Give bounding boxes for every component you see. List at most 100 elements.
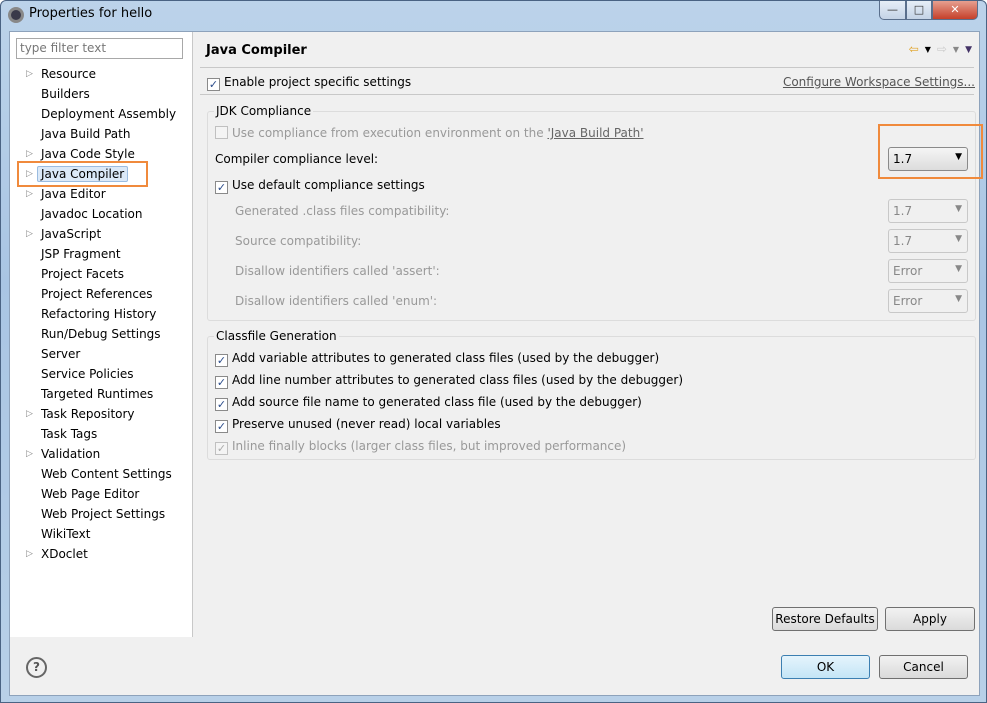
restore-defaults-button[interactable]: Restore Defaults (772, 607, 878, 631)
compliance-setting-label: Disallow identifiers called 'assert': (235, 264, 440, 278)
use-env-label: Use compliance from execution environmen… (232, 126, 548, 140)
window-title: Properties for hello (29, 6, 153, 21)
compliance-setting-label: Disallow identifiers called 'enum': (235, 294, 438, 308)
expand-arrow-icon[interactable]: ▷ (26, 184, 33, 204)
chevron-down-icon: ▼ (955, 204, 962, 214)
expand-arrow-icon[interactable]: ▷ (26, 444, 33, 464)
view-menu-icon[interactable]: ▼ (965, 42, 972, 58)
tree-item-label: JSP Fragment (41, 247, 121, 261)
highlight-box (878, 124, 983, 179)
tree-item[interactable]: WikiText (10, 524, 193, 544)
use-env-checkbox[interactable]: Use compliance from execution environmen… (215, 126, 644, 140)
forward-arrow-icon[interactable]: ⇨ (937, 42, 947, 58)
compliance-setting-value: 1.7 (893, 204, 913, 218)
classfile-option-checkbox[interactable]: ✓ Add line number attributes to generated… (215, 373, 683, 389)
classfile-option-checkbox[interactable]: ✓ Inline finally blocks (larger class fil… (215, 439, 626, 455)
forward-menu-icon[interactable]: ▼ (953, 42, 959, 58)
expand-arrow-icon[interactable]: ▷ (26, 224, 33, 244)
tree-item-label: Java Build Path (41, 127, 131, 141)
classfile-option-label: Add line number attributes to generated … (232, 373, 684, 387)
jdk-compliance-label: JDK Compliance (214, 104, 314, 118)
tree-item[interactable]: Builders (10, 84, 193, 104)
java-build-path-link[interactable]: 'Java Build Path' (547, 126, 643, 140)
compliance-setting-value: Error (893, 294, 923, 308)
tree-item-label: Javadoc Location (41, 207, 143, 221)
classfile-option-checkbox[interactable]: ✓ Add variable attributes to generated cl… (215, 351, 659, 367)
tree-item[interactable]: Java Build Path (10, 124, 193, 144)
tree-item-label: Task Repository (41, 407, 135, 421)
tree-item-label: Web Project Settings (41, 507, 166, 521)
tree-item-label: Builders (41, 87, 90, 101)
ok-button[interactable]: OK (781, 655, 870, 679)
configure-workspace-link[interactable]: Configure Workspace Settings... (783, 75, 975, 89)
tree-item-label: Service Policies (41, 367, 134, 381)
back-menu-icon[interactable]: ▼ (925, 42, 931, 58)
tree-item-label: Refactoring History (41, 307, 157, 321)
java-compiler-page: Java Compiler ⇦ ▼ ⇨ ▼ ▼ ✓ Enable project … (194, 32, 983, 637)
expand-arrow-icon[interactable]: ▷ (26, 64, 33, 84)
tree-item[interactable]: Server (10, 344, 193, 364)
tree-item-label: Run/Debug Settings (41, 327, 161, 341)
tree-item[interactable]: Javadoc Location (10, 204, 193, 224)
apply-button[interactable]: Apply (885, 607, 975, 631)
tree-item[interactable]: Web Page Editor (10, 484, 193, 504)
classfile-option-label: Inline finally blocks (larger class file… (232, 439, 627, 453)
tree-item-label: Project References (41, 287, 153, 301)
tree-item-label: Web Content Settings (41, 467, 172, 481)
cancel-button[interactable]: Cancel (879, 655, 968, 679)
tree-item[interactable]: ▷ Resource (10, 64, 193, 84)
page-nav: ⇦ ▼ ⇨ ▼ ▼ (909, 42, 972, 58)
minimize-button[interactable]: — (879, 1, 906, 20)
compliance-setting-select: Error ▼ (888, 289, 968, 313)
tree-item-label: JavaScript (41, 227, 102, 241)
tree-item[interactable]: JSP Fragment (10, 244, 193, 264)
tree-item[interactable]: Project References (10, 284, 193, 304)
tree-item[interactable]: Project Facets (10, 264, 193, 284)
maximize-button[interactable]: □ (906, 1, 932, 20)
jdk-compliance-group: JDK Compliance Use compliance from execu… (207, 104, 976, 321)
filter-input[interactable]: type filter text (16, 38, 183, 59)
tree-item[interactable]: Targeted Runtimes (10, 384, 193, 404)
compliance-setting-label: Generated .class files compatibility: (235, 204, 450, 218)
checkbox-icon: ✓ (207, 78, 220, 91)
tree-item[interactable]: ▷ XDoclet (10, 544, 193, 564)
compliance-setting-select: Error ▼ (888, 259, 968, 283)
tree-item[interactable]: ▷ Java Editor (10, 184, 193, 204)
tree-item-label: Validation (41, 447, 101, 461)
compliance-setting-select: 1.7 ▼ (888, 199, 968, 223)
tree-item-label: Deployment Assembly (41, 107, 177, 121)
expand-arrow-icon[interactable]: ▷ (26, 544, 33, 564)
chevron-down-icon: ▼ (955, 294, 962, 304)
compliance-setting-value: 1.7 (893, 234, 913, 248)
properties-window: Properties for hello — □ ✕ type filter t… (0, 0, 987, 703)
back-arrow-icon[interactable]: ⇦ (909, 42, 919, 58)
help-icon[interactable]: ? (26, 657, 47, 678)
classfile-generation-label: Classfile Generation (214, 329, 339, 343)
use-default-checkbox[interactable]: ✓ Use default compliance settings (215, 178, 425, 194)
tree-item[interactable]: Task Tags (10, 424, 193, 444)
tree-item[interactable]: Web Content Settings (10, 464, 193, 484)
tree-item[interactable]: Service Policies (10, 364, 193, 384)
tree-item[interactable]: ▷ Task Repository (10, 404, 193, 424)
tree-item[interactable]: Deployment Assembly (10, 104, 193, 124)
tree-item[interactable]: Refactoring History (10, 304, 193, 324)
tree-item[interactable]: Web Project Settings (10, 504, 193, 524)
tree-item-label: WikiText (41, 527, 91, 541)
tree-item-label: XDoclet (41, 547, 88, 561)
tree-item[interactable]: ▷ JavaScript (10, 224, 193, 244)
tree-item-label: Web Page Editor (41, 487, 140, 501)
classfile-option-checkbox[interactable]: ✓ Preserve unused (never read) local vari… (215, 417, 501, 433)
tree-item[interactable]: Run/Debug Settings (10, 324, 193, 344)
close-button[interactable]: ✕ (932, 1, 978, 20)
enable-specific-checkbox[interactable]: ✓ Enable project specific settings (207, 75, 411, 91)
classfile-option-checkbox[interactable]: ✓ Add source file name to generated class… (215, 395, 642, 411)
preference-tree: ▷ Resource Builders Deployment Assembly Java… (10, 64, 193, 564)
tree-item-label: Server (41, 347, 81, 361)
preference-tree-panel: type filter text ▷ Resource Builders Deploy… (10, 32, 193, 637)
expand-arrow-icon[interactable]: ▷ (26, 404, 33, 424)
tree-item-label: Task Tags (41, 427, 98, 441)
enable-specific-label: Enable project specific settings (224, 75, 412, 89)
compliance-setting-value: Error (893, 264, 923, 278)
tree-item[interactable]: ▷ Validation (10, 444, 193, 464)
use-default-label: Use default compliance settings (232, 178, 425, 192)
